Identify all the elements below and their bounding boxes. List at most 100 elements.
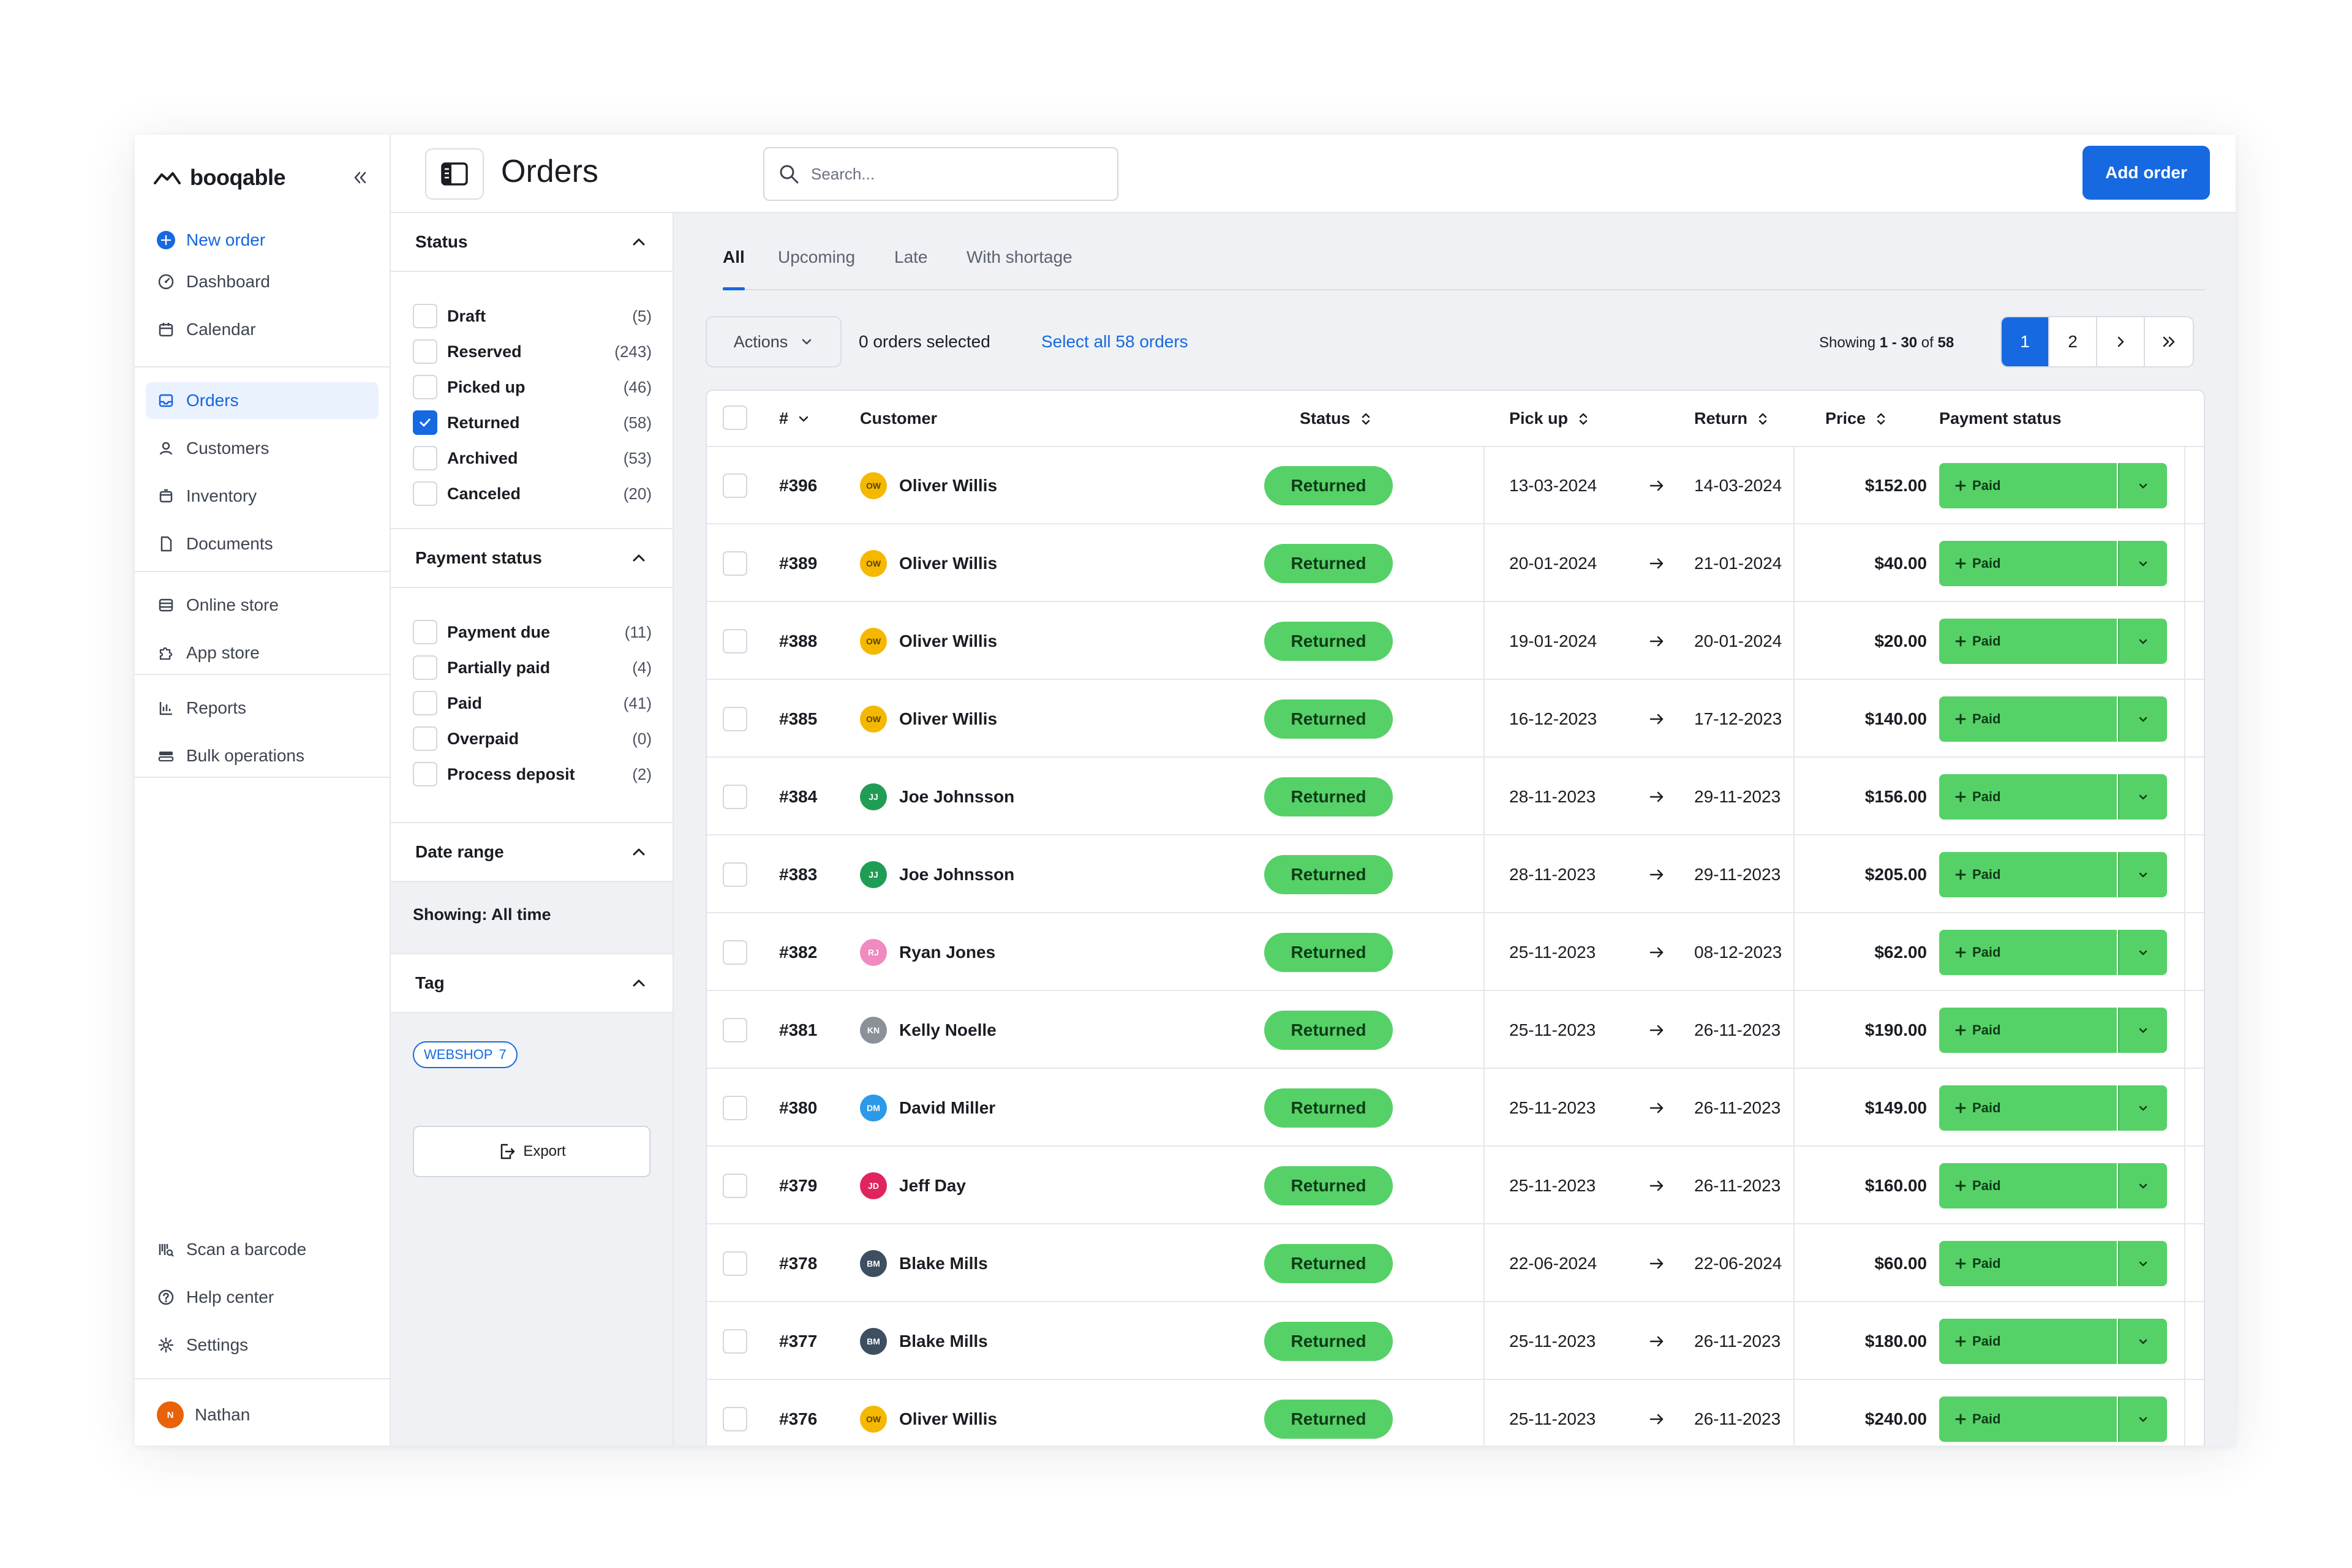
- user-menu[interactable]: N Nathan: [146, 1396, 379, 1433]
- customer-cell[interactable]: OW Oliver Willis: [860, 603, 997, 680]
- order-number[interactable]: #384: [779, 758, 817, 835]
- table-row[interactable]: #376 OW Oliver Willis Returned 25-11-2023 26-…: [707, 1381, 2204, 1446]
- customer-cell[interactable]: OW Oliver Willis: [860, 680, 997, 758]
- payment-status-main[interactable]: Paid: [1939, 1085, 2117, 1131]
- add-order-button[interactable]: Add order: [2082, 146, 2210, 200]
- tag-filter-header[interactable]: Tag: [391, 954, 673, 1013]
- sidebar-item-dashboard[interactable]: Dashboard: [146, 263, 379, 300]
- payment-status-button[interactable]: Paid: [1939, 696, 2167, 742]
- order-number[interactable]: #388: [779, 603, 817, 680]
- sidebar-item-settings[interactable]: Settings: [146, 1327, 379, 1363]
- export-button[interactable]: Export: [413, 1126, 650, 1177]
- payment-status-button[interactable]: Paid: [1939, 1319, 2167, 1364]
- payment-status-button[interactable]: Paid: [1939, 463, 2167, 508]
- payment-status-main[interactable]: Paid: [1939, 619, 2117, 664]
- table-row[interactable]: #396 OW Oliver Willis Returned 13-03-2024 14-…: [707, 447, 2204, 524]
- payment-status-main[interactable]: Paid: [1939, 774, 2117, 820]
- sidebar-item-customers[interactable]: Customers: [146, 430, 379, 467]
- row-checkbox[interactable]: [723, 1096, 747, 1120]
- sidebar-item-scan-a-barcode[interactable]: Scan a barcode: [146, 1231, 379, 1268]
- payment-status-button[interactable]: Paid: [1939, 619, 2167, 664]
- filter-checkbox[interactable]: [413, 304, 437, 328]
- table-row[interactable]: #377 BM Blake Mills Returned 25-11-2023 26-11…: [707, 1303, 2204, 1380]
- date-range-filter-header[interactable]: Date range: [391, 823, 673, 882]
- sidebar-item-orders[interactable]: Orders: [146, 382, 379, 419]
- payment-status-main[interactable]: Paid: [1939, 1163, 2117, 1208]
- payment-status-button[interactable]: Paid: [1939, 1163, 2167, 1208]
- sidebar-item-app-store[interactable]: App store: [146, 635, 379, 671]
- tab-upcoming[interactable]: Upcoming: [778, 247, 855, 290]
- row-checkbox[interactable]: [723, 1174, 747, 1198]
- table-row[interactable]: #379 JD Jeff Day Returned 25-11-2023 26-11-20…: [707, 1147, 2204, 1224]
- payment-status-dropdown[interactable]: [2118, 1008, 2167, 1053]
- customer-cell[interactable]: OW Oliver Willis: [860, 525, 997, 602]
- row-checkbox[interactable]: [723, 1407, 747, 1431]
- row-checkbox[interactable]: [723, 940, 747, 965]
- page-2-button[interactable]: 2: [2049, 317, 2097, 366]
- sidebar-item-documents[interactable]: Documents: [146, 526, 379, 562]
- payment-status-dropdown[interactable]: [2118, 463, 2167, 508]
- row-checkbox[interactable]: [723, 1251, 747, 1276]
- order-number[interactable]: #385: [779, 680, 817, 758]
- customer-cell[interactable]: OW Oliver Willis: [860, 1381, 997, 1446]
- filter-checkbox[interactable]: [413, 375, 437, 399]
- row-checkbox[interactable]: [723, 1018, 747, 1042]
- payment-status-main[interactable]: Paid: [1939, 852, 2117, 897]
- brand[interactable]: booqable: [153, 159, 286, 196]
- filter-option-paid[interactable]: Paid (41): [413, 691, 652, 715]
- row-checkbox[interactable]: [723, 785, 747, 809]
- order-number[interactable]: #380: [779, 1069, 817, 1147]
- payment-status-dropdown[interactable]: [2118, 1163, 2167, 1208]
- payment-status-dropdown[interactable]: [2118, 774, 2167, 820]
- filter-checkbox[interactable]: [413, 481, 437, 506]
- filter-option-reserved[interactable]: Reserved (243): [413, 339, 652, 364]
- filter-option-overpaid[interactable]: Overpaid (0): [413, 726, 652, 751]
- column-status[interactable]: Status: [1300, 409, 1373, 428]
- new-order-button[interactable]: New order: [146, 222, 379, 258]
- customer-cell[interactable]: BM Blake Mills: [860, 1303, 988, 1380]
- payment-status-main[interactable]: Paid: [1939, 1241, 2117, 1286]
- page-1-button[interactable]: 1: [2002, 317, 2049, 366]
- table-row[interactable]: #380 DM David Miller Returned 25-11-2023 26-1…: [707, 1069, 2204, 1147]
- customer-cell[interactable]: OW Oliver Willis: [860, 447, 997, 524]
- payment-status-button[interactable]: Paid: [1939, 1008, 2167, 1053]
- collapse-sidebar-button[interactable]: [348, 165, 372, 190]
- tab-all[interactable]: All: [723, 247, 745, 290]
- payment-status-dropdown[interactable]: [2118, 1319, 2167, 1364]
- order-number[interactable]: #379: [779, 1147, 817, 1224]
- payment-status-button[interactable]: Paid: [1939, 1396, 2167, 1442]
- table-row[interactable]: #388 OW Oliver Willis Returned 19-01-2024 20-…: [707, 603, 2204, 680]
- payment-status-main[interactable]: Paid: [1939, 463, 2117, 508]
- filter-option-partially-paid[interactable]: Partially paid (4): [413, 655, 652, 680]
- filter-option-canceled[interactable]: Canceled (20): [413, 481, 652, 506]
- sidebar-item-reports[interactable]: Reports: [146, 690, 379, 726]
- payment-status-dropdown[interactable]: [2118, 930, 2167, 975]
- payment-status-dropdown[interactable]: [2118, 1396, 2167, 1442]
- sidebar-item-calendar[interactable]: Calendar: [146, 311, 379, 348]
- filter-option-picked-up[interactable]: Picked up (46): [413, 375, 652, 399]
- payment-status-main[interactable]: Paid: [1939, 930, 2117, 975]
- payment-status-button[interactable]: Paid: [1939, 1241, 2167, 1286]
- sidebar-item-inventory[interactable]: Inventory: [146, 478, 379, 514]
- payment-status-dropdown[interactable]: [2118, 619, 2167, 664]
- toggle-filters-button[interactable]: [425, 148, 484, 200]
- filter-checkbox[interactable]: [413, 655, 437, 680]
- tag-chip-webshop[interactable]: WEBSHOP 7: [413, 1041, 518, 1068]
- payment-status-button[interactable]: Paid: [1939, 774, 2167, 820]
- filter-option-archived[interactable]: Archived (53): [413, 446, 652, 470]
- table-row[interactable]: #381 KN Kelly Noelle Returned 25-11-2023 26-1…: [707, 992, 2204, 1069]
- search-input[interactable]: [811, 164, 1093, 184]
- status-filter-header[interactable]: Status: [391, 213, 673, 272]
- column-number[interactable]: #: [779, 409, 810, 428]
- next-page-button[interactable]: [2097, 317, 2145, 366]
- payment-status-dropdown[interactable]: [2118, 852, 2167, 897]
- table-row[interactable]: #383 JJ Joe Johnsson Returned 28-11-2023 29-1…: [707, 836, 2204, 913]
- filter-option-draft[interactable]: Draft (5): [413, 304, 652, 328]
- sidebar-item-bulk-operations[interactable]: Bulk operations: [146, 737, 379, 774]
- payment-status-dropdown[interactable]: [2118, 541, 2167, 586]
- payment-status-main[interactable]: Paid: [1939, 1319, 2117, 1364]
- table-row[interactable]: #384 JJ Joe Johnsson Returned 28-11-2023 29-1…: [707, 758, 2204, 835]
- customer-cell[interactable]: BM Blake Mills: [860, 1225, 988, 1302]
- filter-checkbox[interactable]: [413, 620, 437, 644]
- table-row[interactable]: #378 BM Blake Mills Returned 22-06-2024 22-06…: [707, 1225, 2204, 1302]
